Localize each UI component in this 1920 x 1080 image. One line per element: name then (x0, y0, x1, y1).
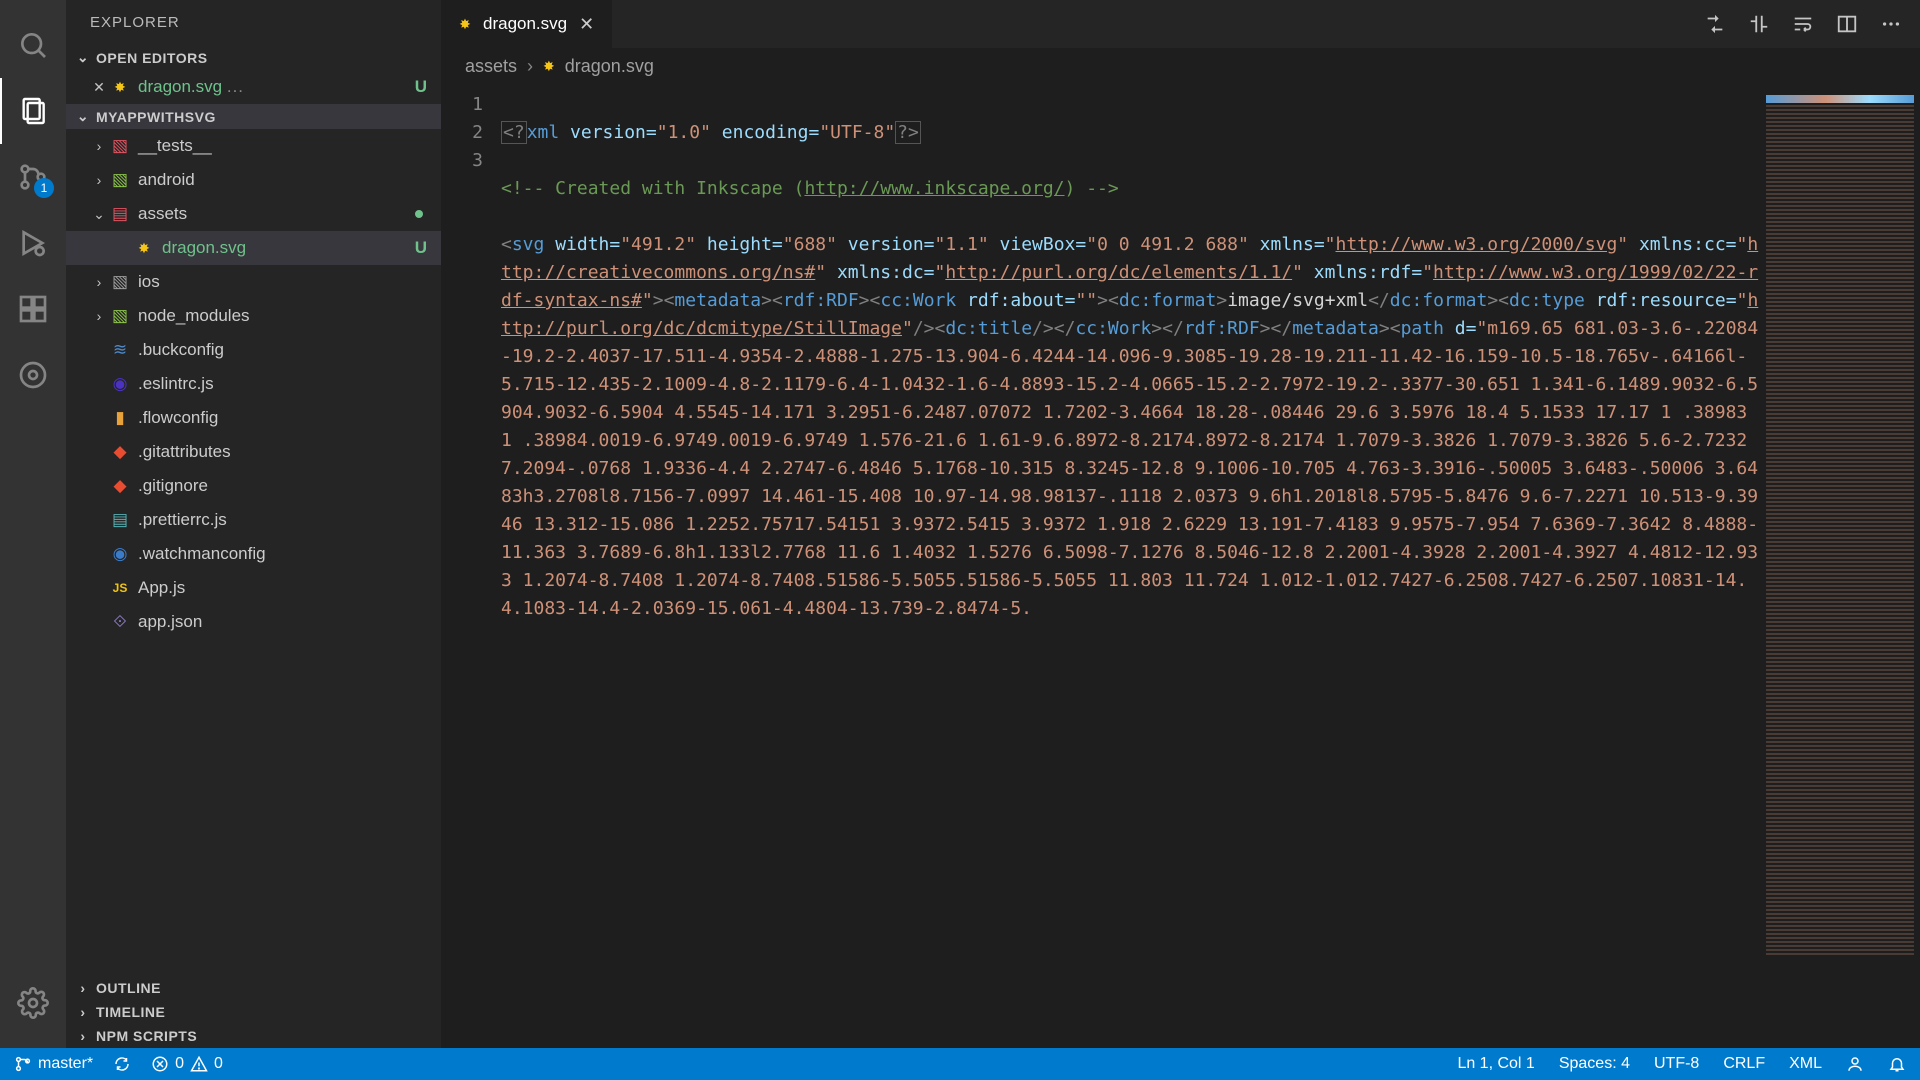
line-gutter: 1 2 3 (441, 85, 501, 1048)
folder-ios[interactable]: › ▧ ios (66, 265, 441, 299)
status-bar: master* 0 0 Ln 1, Col 1 Spaces: 4 UTF-8 … (0, 1048, 1920, 1080)
status-language[interactable]: XML (1789, 1055, 1822, 1073)
prettier-icon: ▤ (108, 510, 132, 530)
chevron-right-icon: › (90, 172, 108, 188)
folder-android[interactable]: › ▧ android (66, 163, 441, 197)
editor-area: ✸ dragon.svg ✕ assets › ✸ dragon.svg 1 2 (441, 0, 1920, 1048)
chevron-right-icon: › (90, 138, 108, 154)
status-problems[interactable]: 0 0 (151, 1055, 223, 1073)
status-feedback-icon[interactable] (1846, 1055, 1864, 1073)
svg-file-icon: ✸ (455, 14, 475, 34)
file-icon: ≋ (108, 340, 132, 360)
section-project[interactable]: ⌄ MYAPPWITHSVG (66, 104, 441, 129)
file-gitignore[interactable]: ◆ .gitignore (66, 469, 441, 503)
code-editor[interactable]: 1 2 3 <?xml version="1.0" encoding="UTF-… (441, 85, 1920, 1048)
section-outline[interactable]: › OUTLINE (66, 976, 441, 1000)
activity-extensions[interactable] (0, 276, 66, 342)
status-sync[interactable] (113, 1055, 131, 1073)
status-encoding[interactable]: UTF-8 (1654, 1055, 1699, 1073)
minimap[interactable] (1760, 85, 1920, 1048)
folder-icon: ▧ (108, 170, 132, 190)
svg-file-icon: ✸ (132, 240, 156, 257)
activity-explorer[interactable] (0, 78, 66, 144)
activity-gitlens[interactable] (0, 342, 66, 408)
folder-icon: ▧ (108, 136, 132, 156)
folder-icon: ▧ (108, 272, 132, 292)
activity-source-control[interactable]: 1 (0, 144, 66, 210)
open-editor-item[interactable]: ✕ ✸ dragon.svg ... U (66, 70, 441, 104)
json-icon: ⟐ (108, 612, 132, 632)
activity-bar: 1 (0, 0, 66, 1048)
folder-assets[interactable]: ⌄ ▤ assets (66, 197, 441, 231)
word-wrap-icon[interactable] (1792, 13, 1814, 35)
chevron-down-icon: ⌄ (74, 108, 92, 125)
file-buckconfig[interactable]: ≋ .buckconfig (66, 333, 441, 367)
file-watchmanconfig[interactable]: ◉ .watchmanconfig (66, 537, 441, 571)
chevron-right-icon: › (90, 274, 108, 290)
activity-settings[interactable] (0, 970, 66, 1036)
code-content[interactable]: <?xml version="1.0" encoding="UTF-8"?> <… (501, 85, 1760, 1048)
svg-file-icon: ✸ (543, 58, 555, 75)
watchman-icon: ◉ (108, 544, 132, 564)
status-branch[interactable]: master* (14, 1055, 93, 1073)
activity-search[interactable] (0, 12, 66, 78)
status-eol[interactable]: CRLF (1723, 1055, 1765, 1073)
file-app-json[interactable]: ⟐ app.json (66, 605, 441, 639)
folder-node-modules[interactable]: › ▧ node_modules (66, 299, 441, 333)
chevron-down-icon: ⌄ (90, 206, 108, 223)
close-icon[interactable]: ✕ (90, 79, 108, 96)
status-indent[interactable]: Spaces: 4 (1559, 1055, 1630, 1073)
compare-icon[interactable] (1748, 13, 1770, 35)
file-prettierrc[interactable]: ▤ .prettierrc.js (66, 503, 441, 537)
file-flowconfig[interactable]: ▮ .flowconfig (66, 401, 441, 435)
modified-dot (415, 210, 423, 218)
chevron-right-icon: › (74, 980, 92, 996)
tab-close-icon[interactable]: ✕ (575, 14, 598, 35)
status-bell-icon[interactable] (1888, 1055, 1906, 1073)
section-timeline[interactable]: › TIMELINE (66, 1000, 441, 1024)
activity-run-debug[interactable] (0, 210, 66, 276)
tab-dragon-svg[interactable]: ✸ dragon.svg ✕ (441, 0, 613, 48)
tab-actions (1704, 0, 1920, 48)
explorer-sidebar: EXPLORER ⌄ OPEN EDITORS ✕ ✸ dragon.svg .… (66, 0, 441, 1048)
git-icon: ◆ (108, 442, 132, 462)
git-icon: ◆ (108, 476, 132, 496)
eslint-icon: ◉ (108, 374, 132, 394)
section-open-editors[interactable]: ⌄ OPEN EDITORS (66, 45, 441, 70)
chevron-right-icon: › (90, 308, 108, 324)
folder-icon: ▧ (108, 306, 132, 326)
folder-tests[interactable]: › ▧ __tests__ (66, 129, 441, 163)
breadcrumb[interactable]: assets › ✸ dragon.svg (441, 48, 1920, 85)
file-app-js[interactable]: JS App.js (66, 571, 441, 605)
flow-icon: ▮ (108, 408, 132, 428)
folder-icon: ▤ (108, 204, 132, 224)
chevron-down-icon: ⌄ (74, 49, 92, 66)
explorer-title: EXPLORER (66, 0, 441, 45)
file-dragon-svg[interactable]: ✸ dragon.svg U (66, 231, 441, 265)
svg-file-icon: ✸ (108, 79, 132, 96)
file-eslintrc[interactable]: ◉ .eslintrc.js (66, 367, 441, 401)
breadcrumb-file[interactable]: dragon.svg (565, 56, 654, 77)
js-icon: JS (108, 581, 132, 595)
status-cursor[interactable]: Ln 1, Col 1 (1457, 1055, 1534, 1073)
section-npm-scripts[interactable]: › NPM SCRIPTS (66, 1024, 441, 1048)
chevron-right-icon: › (527, 56, 533, 77)
more-icon[interactable] (1880, 13, 1902, 35)
tab-bar: ✸ dragon.svg ✕ (441, 0, 1920, 48)
chevron-right-icon: › (74, 1004, 92, 1020)
chevron-right-icon: › (74, 1028, 92, 1044)
scm-badge: 1 (34, 178, 54, 198)
git-changes-icon[interactable] (1704, 13, 1726, 35)
file-gitattributes[interactable]: ◆ .gitattributes (66, 435, 441, 469)
split-editor-icon[interactable] (1836, 13, 1858, 35)
breadcrumb-folder[interactable]: assets (465, 56, 517, 77)
